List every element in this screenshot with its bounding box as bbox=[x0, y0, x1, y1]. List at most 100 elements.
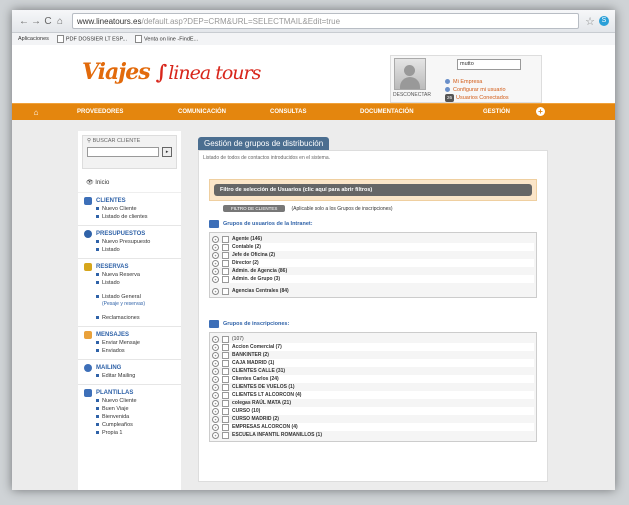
list-item[interactable]: + Admin. de Grupo (3) bbox=[212, 275, 534, 283]
sidebar-item-nueva-reserva[interactable]: Nueva Reserva bbox=[96, 271, 175, 279]
expand-icon[interactable]: + bbox=[212, 259, 219, 267]
list-item[interactable]: + CLIENTES DE VUELOS (1) bbox=[212, 383, 534, 391]
checkbox[interactable] bbox=[222, 415, 229, 423]
client-filter-button[interactable]: FILTRO DE CLIENTES bbox=[223, 205, 286, 212]
checkbox[interactable] bbox=[222, 399, 229, 407]
menu-comunicacion[interactable]: COMUNICACIÓN bbox=[178, 109, 226, 115]
menu-documentacion[interactable]: DOCUMENTACIÓN bbox=[360, 109, 414, 115]
sidebar-item-editar-mailing[interactable]: Editar Mailing bbox=[96, 372, 175, 380]
sidebar-item-cumpleanos[interactable]: Cumpleaños bbox=[96, 421, 175, 429]
list-item[interactable]: + CAJA MADRID (1) bbox=[212, 359, 534, 367]
link-config-usuario[interactable]: Configurar mi usuario bbox=[445, 86, 509, 94]
bookmark-apps[interactable]: Aplicaciones bbox=[18, 36, 49, 42]
menu-consultas[interactable]: CONSULTAS bbox=[270, 109, 306, 115]
expand-icon[interactable]: + bbox=[212, 287, 219, 295]
list-item[interactable]: + ESCUELA INFANTIL ROMANILLOS (1) bbox=[212, 431, 534, 439]
expand-icon[interactable]: + bbox=[212, 251, 219, 259]
list-item[interactable]: + (107) bbox=[212, 335, 534, 343]
section-header[interactable]: RESERVAS bbox=[84, 263, 175, 271]
list-item[interactable]: + Agente (146) bbox=[212, 235, 534, 243]
back-icon[interactable]: ← bbox=[18, 16, 30, 27]
section-header[interactable]: PRESUPUESTOS bbox=[84, 230, 175, 238]
reload-icon[interactable]: C bbox=[42, 16, 54, 27]
search-input[interactable] bbox=[87, 147, 160, 157]
sidebar-item-sublabel[interactable]: (Pesaje y reservas) bbox=[102, 301, 175, 308]
link-mi-empresa[interactable]: Mi Empresa bbox=[445, 78, 509, 86]
checkbox[interactable] bbox=[222, 259, 229, 267]
list-item[interactable]: + Jefe de Oficina (2) bbox=[212, 251, 534, 259]
list-item[interactable]: + Contable (2) bbox=[212, 243, 534, 251]
section-header[interactable]: CLIENTES bbox=[84, 197, 175, 205]
sidebar-item-nuevo-cliente[interactable]: Nuevo Cliente bbox=[96, 397, 175, 405]
bookmark-star-icon[interactable]: ☆ bbox=[585, 15, 595, 28]
expand-icon[interactable]: + bbox=[212, 399, 219, 407]
list-item[interactable]: + BANKINTER (2) bbox=[212, 351, 534, 359]
list-item[interactable]: + CLIENTES LT ALCORCON (4) bbox=[212, 391, 534, 399]
section-header[interactable]: MENSAJES bbox=[84, 331, 175, 339]
section-header[interactable]: MAILING bbox=[84, 364, 175, 372]
home-icon[interactable]: ⌂ bbox=[12, 108, 60, 117]
expand-icon[interactable]: + bbox=[212, 275, 219, 283]
expand-icon[interactable]: + bbox=[212, 243, 219, 251]
sidebar-item-reclamaciones[interactable]: Reclamaciones bbox=[96, 314, 175, 322]
expand-icon[interactable]: + bbox=[212, 367, 219, 375]
list-item[interactable]: + CLIENTES CALLE (31) bbox=[212, 367, 534, 375]
home-icon[interactable]: ⌂ bbox=[54, 16, 66, 27]
expand-icon[interactable]: + bbox=[212, 423, 219, 431]
checkbox[interactable] bbox=[222, 267, 229, 275]
link-usuarios-conectados[interactable]: 26 Usuarios Conectados bbox=[445, 94, 509, 102]
checkbox[interactable] bbox=[222, 407, 229, 415]
sidebar-item-nuevo-cliente[interactable]: Nuevo Cliente bbox=[96, 205, 175, 213]
expand-icon[interactable]: + bbox=[212, 383, 219, 391]
sidebar-item-bienvenida[interactable]: Bienvenida bbox=[96, 413, 175, 421]
expand-icon[interactable]: + bbox=[212, 375, 219, 383]
bookmark-item[interactable]: Venta on line -FindE... bbox=[135, 35, 198, 43]
expand-icon[interactable]: + bbox=[212, 351, 219, 359]
list-item[interactable]: + Clientes Carlos (24) bbox=[212, 375, 534, 383]
checkbox[interactable] bbox=[222, 335, 229, 343]
checkbox[interactable] bbox=[222, 351, 229, 359]
forward-icon[interactable]: → bbox=[30, 16, 42, 27]
sidebar-item-enviar-mensaje[interactable]: Enviar Mensaje bbox=[96, 339, 175, 347]
sidebar-item-listado-clientes[interactable]: Listado de clientes bbox=[96, 213, 175, 221]
checkbox[interactable] bbox=[222, 359, 229, 367]
checkbox[interactable] bbox=[222, 423, 229, 431]
checkbox[interactable] bbox=[222, 243, 229, 251]
search-go-button[interactable]: ▸ bbox=[162, 147, 172, 157]
expand-icon[interactable]: + bbox=[212, 431, 219, 439]
list-item[interactable]: + Admin. de Agencia (86) bbox=[212, 267, 534, 275]
list-item[interactable]: + Agencias Centrales (84) bbox=[212, 287, 534, 295]
expand-icon[interactable]: + bbox=[212, 407, 219, 415]
disconnect-link[interactable]: DESCONECTAR bbox=[393, 92, 431, 98]
menu-gestion[interactable]: GESTIÓN bbox=[483, 109, 510, 115]
checkbox[interactable] bbox=[222, 391, 229, 399]
menu-proveedores[interactable]: PROVEEDORES bbox=[77, 109, 123, 115]
skype-icon[interactable]: S bbox=[599, 16, 609, 26]
checkbox[interactable] bbox=[222, 343, 229, 351]
expand-icon[interactable]: + bbox=[212, 335, 219, 343]
checkbox[interactable] bbox=[222, 287, 229, 295]
list-item[interactable]: + EMPRESAS ALCORCON (4) bbox=[212, 423, 534, 431]
checkbox[interactable] bbox=[222, 375, 229, 383]
list-item[interactable]: + CURSO MADRID (2) bbox=[212, 415, 534, 423]
expand-icon[interactable]: + bbox=[212, 359, 219, 367]
sidebar-item-enviados[interactable]: Enviados bbox=[96, 347, 175, 355]
list-item[interactable]: + Director (2) bbox=[212, 259, 534, 267]
checkbox[interactable] bbox=[222, 275, 229, 283]
checkbox[interactable] bbox=[222, 251, 229, 259]
plus-icon[interactable]: + bbox=[536, 107, 545, 116]
sidebar-item-buen-viaje[interactable]: Buen Viaje bbox=[96, 405, 175, 413]
site-logo[interactable]: Viajes ∫ linea tours bbox=[82, 59, 261, 85]
checkbox[interactable] bbox=[222, 235, 229, 243]
user-name-field[interactable]: mutto bbox=[457, 59, 521, 70]
list-item[interactable]: + Accion Comercial (7) bbox=[212, 343, 534, 351]
checkbox[interactable] bbox=[222, 383, 229, 391]
expand-icon[interactable]: + bbox=[212, 235, 219, 243]
sidebar-item-propia-1[interactable]: Propia 1 bbox=[96, 429, 175, 437]
checkbox[interactable] bbox=[222, 367, 229, 375]
expand-icon[interactable]: + bbox=[212, 415, 219, 423]
section-header[interactable]: PLANTILLAS bbox=[84, 389, 175, 397]
expand-icon[interactable]: + bbox=[212, 391, 219, 399]
sidebar-item-inicio[interactable]: 👁 Inicio bbox=[78, 173, 181, 193]
sidebar-item-listado[interactable]: Listado bbox=[96, 279, 175, 287]
